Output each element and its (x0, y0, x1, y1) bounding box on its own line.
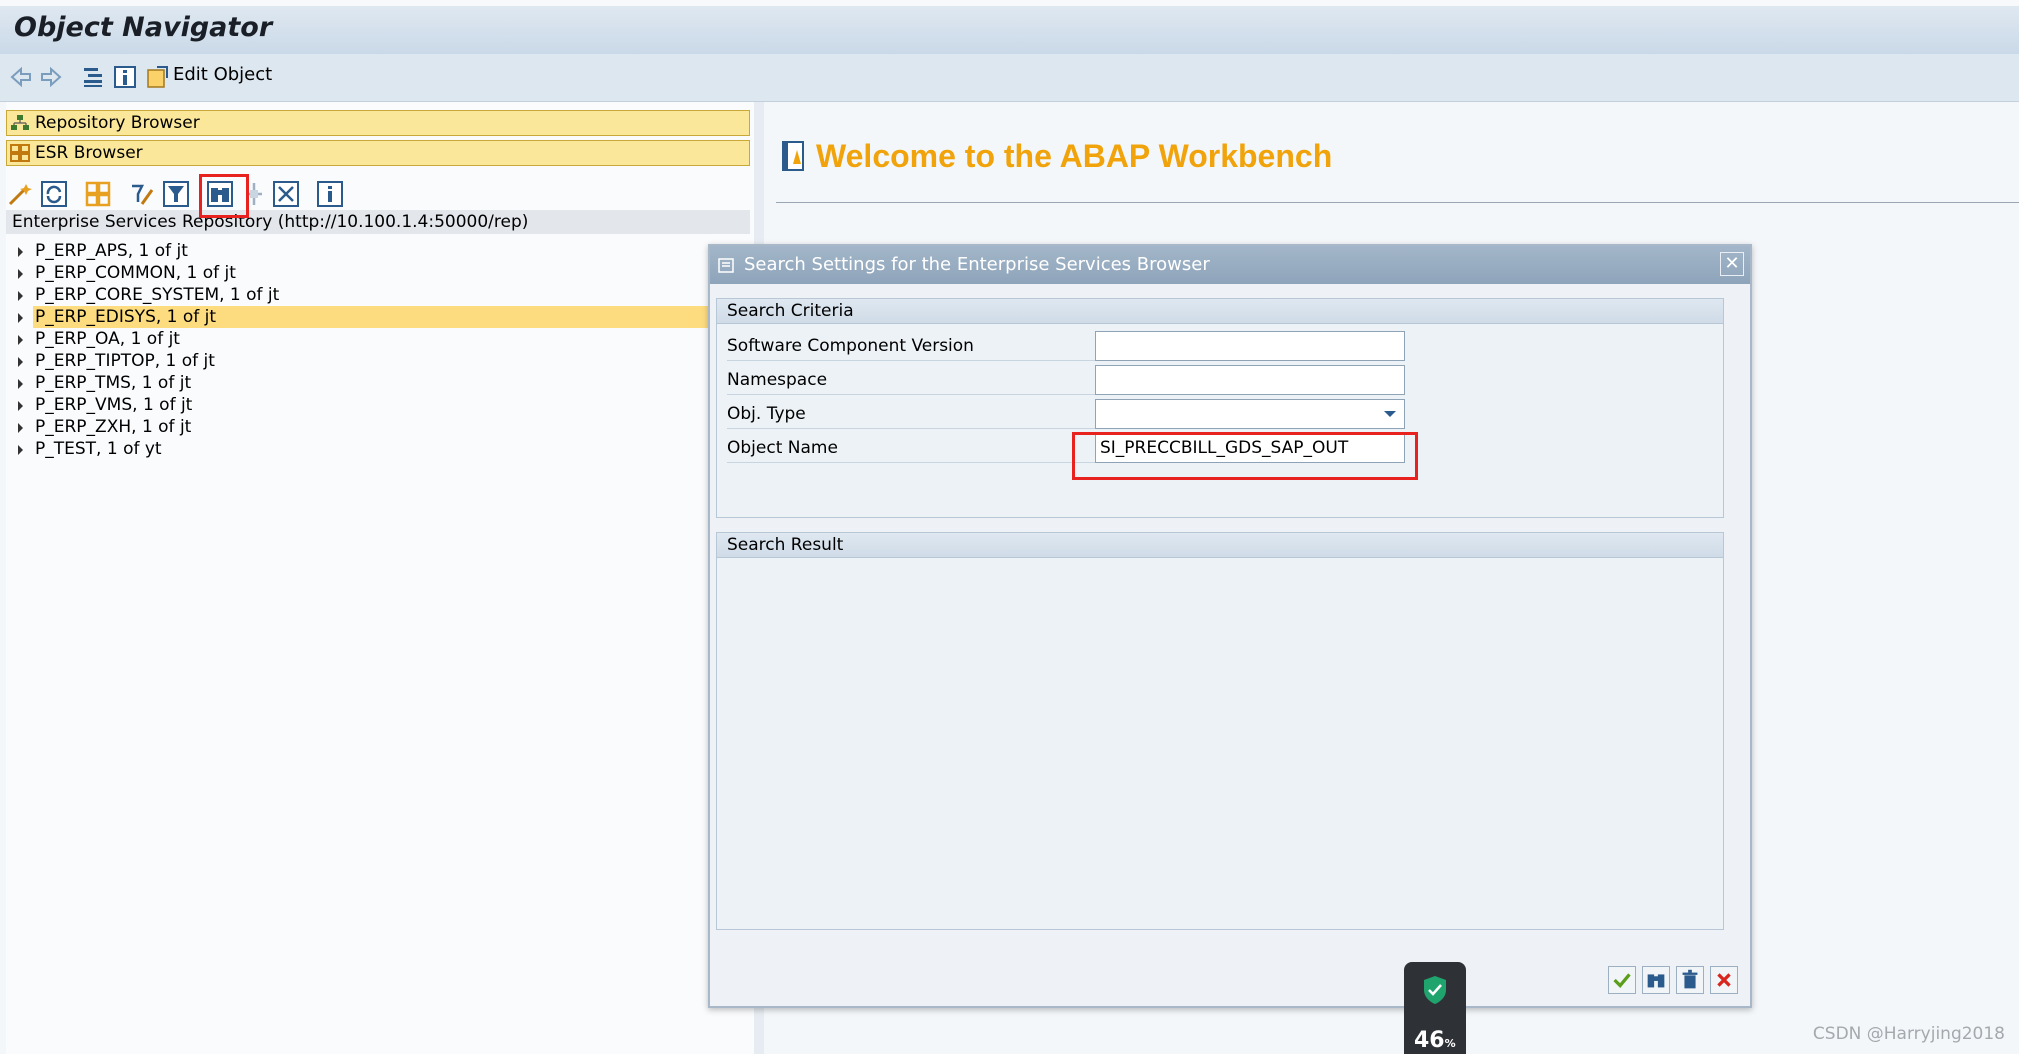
expand-arrow-icon[interactable] (18, 357, 23, 367)
expand-arrow-icon[interactable] (18, 423, 23, 433)
book-icon (782, 141, 804, 171)
tree-item[interactable]: P_ERP_OA, 1 of jt (6, 328, 750, 350)
divider (776, 202, 2019, 203)
tree-item[interactable]: P_ERP_APS, 1 of jt (6, 240, 750, 262)
namespace-input[interactable] (1095, 365, 1405, 395)
confirm-check-icon[interactable] (1608, 966, 1636, 994)
expand-arrow-icon[interactable] (18, 335, 23, 345)
info-icon[interactable] (316, 180, 344, 208)
tree-item[interactable]: P_ERP_EDISYS, 1 of jt (6, 306, 750, 328)
field-label: Namespace (727, 370, 828, 390)
collapse-icon[interactable] (272, 180, 300, 208)
object-name-highlight (1072, 432, 1418, 480)
tree-item[interactable]: P_ERP_TMS, 1 of jt (6, 372, 750, 394)
binoculars-highlight (199, 174, 249, 218)
dialog-title: Search Settings for the Enterprise Servi… (744, 254, 1210, 275)
tree-item-label: P_ERP_EDISYS, 1 of jt (33, 306, 750, 328)
software-component-version-input[interactable] (1095, 331, 1405, 361)
info-icon[interactable] (112, 64, 138, 90)
criteria-row: Namespace (727, 363, 1097, 395)
hierarchy-icon (11, 115, 29, 130)
repository-browser-label: Repository Browser (35, 113, 200, 133)
search-criteria-group: Search Criteria Software Component Versi… (716, 298, 1724, 518)
chevron-down-icon[interactable] (1384, 411, 1396, 417)
criteria-row: Software Component Version (727, 329, 1097, 361)
tree-item[interactable]: P_ERP_CORE_SYSTEM, 1 of jt (6, 284, 750, 306)
edit-object-button[interactable]: Edit Object (173, 64, 272, 85)
close-button[interactable]: ✕ (1720, 252, 1744, 276)
watermark: CSDN @Harryjing2018 (1812, 1024, 2005, 1044)
dialog-icon (718, 258, 734, 273)
title-bar: Object Navigator (0, 0, 2019, 54)
navigation-panel: Repository Browser ESR Browser Enterpris… (6, 102, 764, 1054)
tree-item-label: P_ERP_TIPTOP, 1 of jt (35, 351, 215, 371)
grid-view-icon[interactable] (84, 180, 112, 208)
refresh-icon[interactable] (40, 180, 68, 208)
application-toolbar: Edit Object (0, 54, 2019, 102)
expand-arrow-icon[interactable] (18, 291, 23, 301)
search-binoculars-icon[interactable] (1642, 966, 1670, 994)
forward-icon[interactable] (38, 64, 64, 90)
tree-item-label: P_ERP_COMMON, 1 of jt (35, 263, 236, 283)
cancel-x-icon[interactable] (1710, 966, 1738, 994)
edit-object-icon[interactable] (145, 64, 171, 90)
expand-arrow-icon[interactable] (18, 401, 23, 411)
welcome-heading: Welcome to the ABAP Workbench (816, 138, 1333, 174)
tree-item[interactable]: P_ERP_COMMON, 1 of jt (6, 262, 750, 284)
trash-icon[interactable] (1676, 966, 1704, 994)
percent-unit: % (1444, 1037, 1456, 1050)
criteria-row: Obj. Type (727, 397, 1097, 429)
field-label: Obj. Type (727, 404, 806, 424)
search-criteria-header: Search Criteria (717, 299, 1723, 324)
tree-item[interactable]: P_ERP_ZXH, 1 of jt (6, 416, 750, 438)
filter-icon[interactable] (162, 180, 190, 208)
wizard-icon[interactable] (6, 180, 34, 208)
esr-browser-label: ESR Browser (35, 143, 143, 163)
shield-icon (1424, 976, 1446, 1004)
dialog-title-bar[interactable]: Search Settings for the Enterprise Servi… (710, 246, 1750, 284)
esr-toolbar (6, 180, 750, 210)
repository-browser-button[interactable]: Repository Browser (6, 110, 750, 136)
search-settings-dialog: Search Settings for the Enterprise Servi… (708, 244, 1752, 1008)
repository-header: Enterprise Services Repository (http://1… (6, 210, 750, 234)
percent-value: 46 (1414, 1028, 1445, 1053)
security-widget[interactable]: 46% (1404, 962, 1466, 1054)
tree-item-label: P_ERP_ZXH, 1 of jt (35, 417, 192, 437)
field-label: Object Name (727, 438, 838, 458)
object-type-select[interactable] (1095, 399, 1405, 429)
tree-item[interactable]: P_ERP_TIPTOP, 1 of jt (6, 350, 750, 372)
expand-arrow-icon[interactable] (18, 379, 23, 389)
tree-item-label: P_ERP_OA, 1 of jt (35, 329, 180, 349)
field-label: Software Component Version (727, 336, 974, 356)
esr-browser-button[interactable]: ESR Browser (6, 140, 750, 166)
expand-arrow-icon[interactable] (18, 269, 23, 279)
expand-arrow-icon[interactable] (18, 247, 23, 257)
tree-item[interactable]: P_ERP_VMS, 1 of jt (6, 394, 750, 416)
search-result-group: Search Result (716, 532, 1724, 930)
expand-arrow-icon[interactable] (18, 313, 23, 323)
tree-item-label: P_TEST, 1 of yt (35, 439, 162, 459)
tree-item-label: P_ERP_APS, 1 of jt (35, 241, 188, 261)
tree-item-label: P_ERP_VMS, 1 of jt (35, 395, 193, 415)
window-title: Object Navigator (14, 12, 273, 43)
grid-icon (10, 144, 30, 162)
percent-readout: 46% (1414, 1028, 1456, 1053)
back-icon[interactable] (8, 64, 34, 90)
dialog-buttons (1608, 966, 1738, 996)
tree-item[interactable]: P_TEST, 1 of yt (6, 438, 750, 460)
tree-item-label: P_ERP_TMS, 1 of jt (35, 373, 192, 393)
criteria-row: Object Name (727, 431, 1097, 463)
filter-edit-icon[interactable] (128, 180, 156, 208)
tree-item-label: P_ERP_CORE_SYSTEM, 1 of jt (35, 285, 280, 305)
hierarchy-list-icon[interactable] (80, 64, 106, 90)
search-result-header: Search Result (717, 533, 1723, 558)
expand-arrow-icon[interactable] (18, 445, 23, 455)
